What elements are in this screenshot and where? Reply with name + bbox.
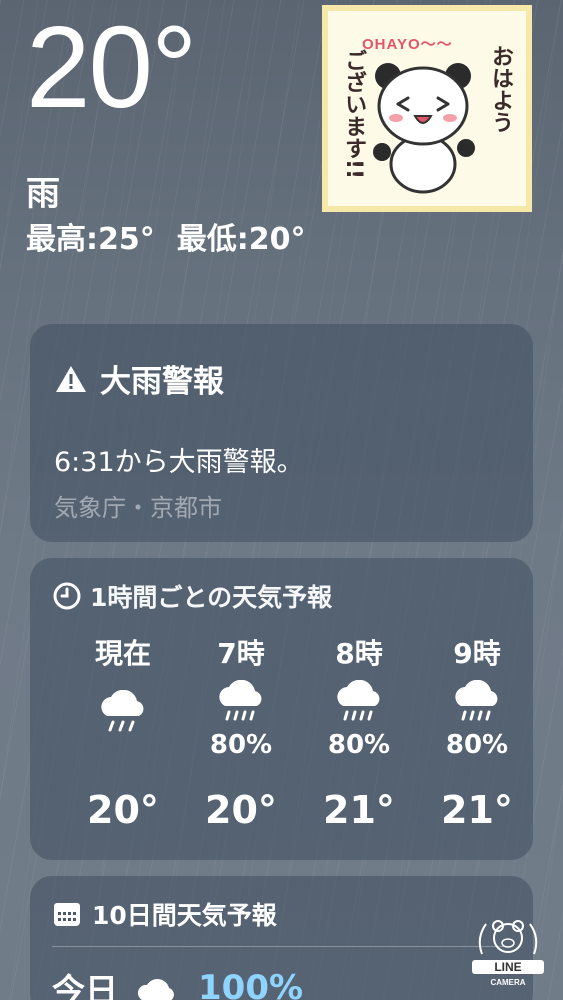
cloud-icon: [137, 979, 174, 1000]
hour-precip: 8: [478, 730, 533, 764]
high-temperature: 最高:25°: [26, 222, 155, 257]
hourly-scroll[interactable]: 現在 20° 7時 80% 20° 8時 80% 21° 9時 80% 21°: [30, 632, 533, 852]
hour-temp: 20°: [205, 788, 277, 832]
hour-item-partial: 1 8: [478, 632, 533, 764]
hour-precip: 80%: [209, 730, 273, 760]
calendar-icon: [54, 903, 80, 926]
watermark-sublabel: CAMERA: [490, 978, 526, 987]
alert-title: 大雨警報: [54, 356, 224, 401]
ten-day-header-text: 10日間天気予報: [92, 901, 277, 930]
hour-precip: [68, 740, 178, 774]
high-low-temperatures: 最高:25° 最低:20°: [26, 214, 306, 258]
sticker-vertical-text-right: おはよう: [488, 45, 513, 133]
day-precip: 100%: [198, 968, 304, 1000]
current-temperature: 20°: [26, 2, 197, 132]
day-label: 今日: [52, 971, 118, 1000]
hour-label: 8時: [335, 637, 383, 670]
weather-alert-card[interactable]: 大雨警報 6:31から大雨警報。 気象庁・京都市: [30, 324, 533, 542]
rain-cloud-icon: [219, 680, 262, 721]
hour-label: 現在: [94, 637, 151, 670]
hourly-forecast-header: 1時間ごとの天気予報: [52, 578, 332, 614]
panda-illustration: [373, 63, 475, 194]
hour-label: 7時: [217, 637, 265, 670]
hour-label: 1: [478, 632, 533, 672]
sticker-bubble-text: OHAYO〜〜: [362, 36, 453, 53]
warning-icon: [56, 365, 86, 392]
low-temperature: 最低:20°: [176, 222, 306, 257]
bear-face-icon: [478, 920, 538, 955]
rain-cloud-icon: [337, 680, 380, 721]
alert-title-text: 大雨警報: [100, 364, 224, 400]
alert-body: 6:31から大雨警報。: [54, 447, 304, 478]
weather-condition: 雨: [26, 174, 60, 214]
hour-item: 現在 20°: [68, 632, 178, 832]
panda-sticker: OHAYO〜〜 ございます!! おはよう: [322, 5, 532, 212]
rain-cloud-icon: [101, 690, 144, 732]
hour-temp: 21°: [323, 788, 395, 832]
hourly-header-text: 1時間ごとの天気予報: [90, 583, 333, 612]
sticker-vertical-text-left: ございます!!: [341, 49, 367, 180]
hour-precip: 80%: [327, 730, 391, 760]
ten-day-forecast-card[interactable]: 10日間天気予報 今日 100%: [30, 876, 533, 1000]
day-row[interactable]: 今日 100%: [52, 964, 303, 1000]
alert-source: 気象庁・京都市: [54, 494, 222, 522]
hour-item: 8時 80% 21°: [304, 632, 414, 832]
hour-item: 7時 80% 20°: [186, 632, 296, 832]
ten-day-header: 10日間天気予報: [52, 896, 277, 932]
line-camera-watermark: LINE CAMERA: [472, 914, 544, 994]
hour-temp: 20°: [87, 788, 159, 832]
clock-icon: [53, 582, 81, 610]
divider: [52, 946, 511, 947]
hour-temp: 21°: [441, 788, 513, 832]
hourly-forecast-card[interactable]: 1時間ごとの天気予報 現在 20° 7時 80% 20° 8時 80% 21° …: [30, 558, 533, 860]
watermark-label: LINE: [472, 960, 544, 974]
